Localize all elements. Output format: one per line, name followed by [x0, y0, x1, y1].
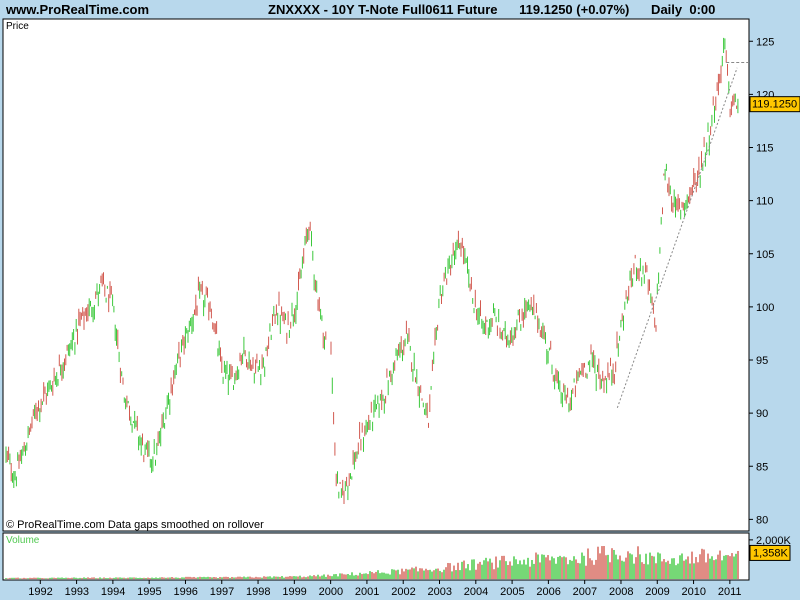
price-panel[interactable]	[2, 18, 750, 532]
last-volume-tag-text: 1,358K	[753, 547, 789, 559]
last-price-tag-text: 119.1250	[752, 99, 797, 111]
x-tick-label: 1994	[101, 586, 125, 598]
volume-panel-label: Volume	[6, 535, 40, 546]
x-tick-label: 2011	[718, 586, 742, 598]
price-panel-label: Price	[6, 21, 29, 32]
price-tick-label: 115	[756, 143, 774, 155]
last-volume-tag: 1,358K	[749, 544, 791, 561]
x-tick-label: 1992	[28, 586, 52, 598]
last-price-tag: 119.1250	[749, 96, 800, 113]
price-tick-label: 125	[756, 36, 774, 48]
x-tick-label: 2009	[645, 586, 669, 598]
price-tick-label: 105	[756, 249, 774, 261]
x-tick-label: 1995	[137, 586, 161, 598]
x-tick-label: 1999	[282, 586, 306, 598]
price-tick-label: 110	[756, 196, 774, 208]
x-tick-label: 2007	[573, 586, 597, 598]
x-tick-label: 1997	[210, 586, 234, 598]
price-tick-label: 80	[756, 514, 768, 526]
x-tick-label: 2008	[609, 586, 633, 598]
price-tick-label: 95	[756, 355, 768, 367]
x-tick-label: 1993	[65, 586, 89, 598]
x-tick-label: 2004	[464, 586, 488, 598]
x-tick-label: 2002	[391, 586, 415, 598]
x-tick-label: 1996	[173, 586, 197, 598]
x-tick-label: 2006	[536, 586, 560, 598]
x-tick-label: 2005	[500, 586, 524, 598]
footer-note: © ProRealTime.com Data gaps smoothed on …	[6, 519, 264, 531]
x-tick-label: 2000	[319, 586, 343, 598]
price-tick-label: 90	[756, 408, 768, 420]
price-tick-label: 100	[756, 302, 774, 314]
x-tick-label: 2010	[682, 586, 706, 598]
price-tick-label: 85	[756, 461, 768, 473]
chart-canvas: Price © ProRealTime.com Data gaps smooth…	[2, 18, 800, 598]
x-tick-label: 1998	[246, 586, 270, 598]
x-tick-label: 2001	[355, 586, 379, 598]
x-axis: 1992 1993 1994 1995 1996 1997 1998 1999 2000 2001…	[28, 580, 742, 598]
x-tick-label: 2003	[428, 586, 452, 598]
